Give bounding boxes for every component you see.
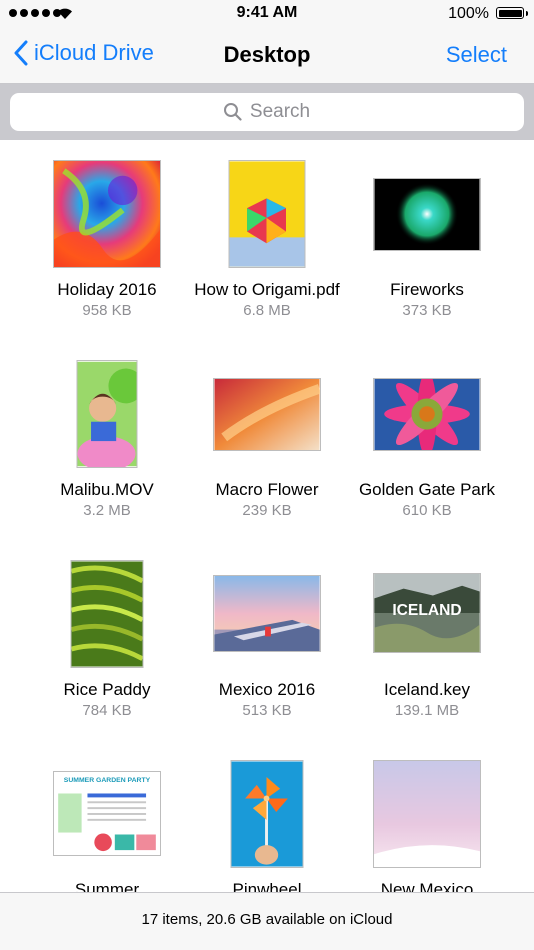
file-name: Mexico 2016 (218, 680, 316, 699)
file-item-new-mexico[interactable]: New Mexico (347, 759, 507, 900)
navigation-bar: iCloud Drive Desktop Select (0, 28, 534, 84)
macro-flower-thumbnail (213, 378, 321, 451)
file-size: 958 KB (82, 302, 132, 319)
storage-footer: 17 items, 20.6 GB available on iCloud (0, 892, 534, 950)
summer-thumbnail-text: SUMMER GARDEN PARTY (64, 777, 151, 784)
file-size: 139.1 MB (394, 702, 460, 719)
file-name: Holiday 2016 (57, 280, 157, 299)
how-to-origami-thumbnail (228, 160, 306, 268)
file-size: 3.2 MB (83, 502, 131, 519)
battery-percentage: 100% (448, 5, 489, 22)
iceland-thumbnail: ICELAND (373, 573, 481, 653)
battery-icon (496, 7, 528, 19)
file-name: How to Origami.pdf (194, 280, 340, 299)
fireworks-thumbnail (373, 178, 481, 251)
file-item-iceland[interactable]: ICELAND Iceland.key 139.1 MB (347, 559, 507, 721)
chevron-left-icon (14, 40, 28, 66)
file-item-holiday-2016[interactable]: Holiday 2016 958 KB (27, 159, 187, 321)
file-item-summer[interactable]: SUMMER GARDEN PARTY Summer (27, 759, 187, 900)
file-name: Iceland.key (384, 680, 470, 699)
back-button[interactable]: iCloud Drive (14, 40, 154, 66)
file-size: 513 KB (242, 702, 292, 719)
file-item-golden-gate-park[interactable]: Golden Gate Park 610 KB (347, 359, 507, 521)
file-size: 610 KB (402, 502, 452, 519)
file-size: 6.8 MB (243, 302, 291, 319)
search-placeholder: Search (249, 101, 311, 122)
select-button[interactable]: Select (446, 42, 507, 68)
summer-thumbnail: SUMMER GARDEN PARTY (53, 771, 161, 856)
new-mexico-thumbnail (373, 760, 481, 868)
file-item-rice-paddy[interactable]: Rice Paddy 784 KB (27, 559, 187, 721)
file-name: Golden Gate Park (358, 480, 496, 499)
search-input[interactable]: Search (10, 93, 524, 131)
file-size: 784 KB (82, 702, 132, 719)
file-item-mexico-2016[interactable]: Mexico 2016 513 KB (187, 559, 347, 721)
file-size: 239 KB (242, 502, 292, 519)
mexico-2016-thumbnail (213, 575, 321, 652)
status-bar: 9:41 AM 100% (0, 0, 534, 28)
file-item-pinwheel[interactable]: Pinwheel (187, 759, 347, 900)
file-name: Malibu.MOV (60, 480, 154, 499)
file-item-how-to-origami[interactable]: How to Origami.pdf 6.8 MB (187, 159, 347, 321)
holiday-2016-thumbnail (53, 160, 161, 268)
search-bar: Search (0, 84, 534, 140)
file-size: 373 KB (402, 302, 452, 319)
file-name: Rice Paddy (63, 680, 151, 699)
file-name: Macro Flower (215, 480, 319, 499)
file-item-fireworks[interactable]: Fireworks 373 KB (347, 159, 507, 321)
pinwheel-thumbnail (230, 760, 304, 868)
file-item-macro-flower[interactable]: Macro Flower 239 KB (187, 359, 347, 521)
file-item-malibu[interactable]: Malibu.MOV 3.2 MB (27, 359, 187, 521)
back-button-label: iCloud Drive (34, 40, 154, 65)
golden-gate-park-thumbnail (373, 378, 481, 451)
file-name: Fireworks (390, 280, 464, 299)
search-icon (223, 103, 242, 121)
malibu-thumbnail (76, 360, 138, 468)
iceland-thumbnail-text: ICELAND (392, 602, 461, 619)
rice-paddy-thumbnail (70, 560, 144, 668)
